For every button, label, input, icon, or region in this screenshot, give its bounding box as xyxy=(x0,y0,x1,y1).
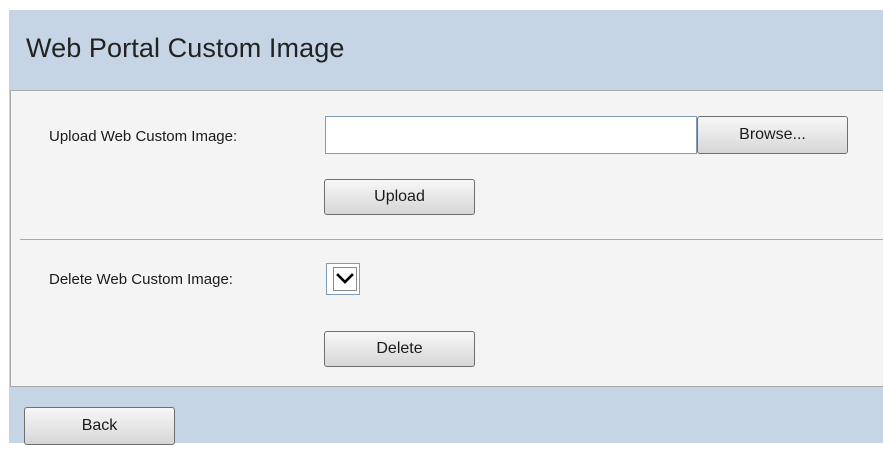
custom-image-panel: Upload Web Custom Image: Browse... Uploa… xyxy=(10,90,883,387)
upload-file-path-input[interactable] xyxy=(325,116,697,154)
upload-button[interactable]: Upload xyxy=(324,179,475,215)
page-title: Web Portal Custom Image xyxy=(26,33,345,63)
back-button[interactable]: Back xyxy=(24,407,175,445)
browse-button[interactable]: Browse... xyxy=(697,116,848,154)
upload-image-label: Upload Web Custom Image: xyxy=(49,128,238,145)
delete-image-label: Delete Web Custom Image: xyxy=(49,271,233,288)
section-divider xyxy=(20,239,883,240)
page: Web Portal Custom Image Upload Web Custo… xyxy=(0,0,883,471)
chevron-down-icon[interactable] xyxy=(333,267,357,291)
delete-button[interactable]: Delete xyxy=(324,331,475,367)
delete-image-select[interactable] xyxy=(326,263,360,295)
